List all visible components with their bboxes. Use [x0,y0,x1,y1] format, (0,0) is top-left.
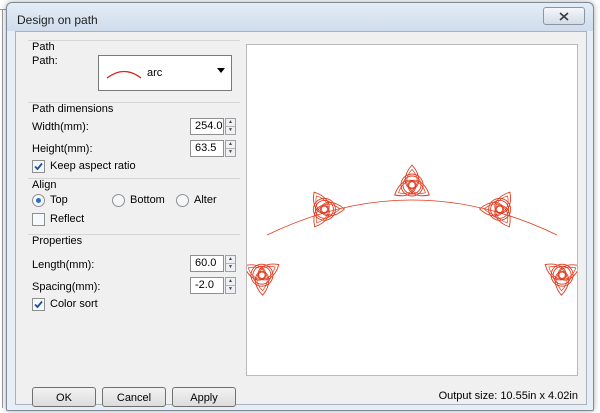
path-select-value: arc [147,67,163,79]
width-down-button[interactable]: ▼ [226,126,235,133]
design-preview [243,44,581,376]
spacing-down-button[interactable]: ▼ [226,285,235,292]
path-select[interactable]: arc [98,55,232,91]
reflect-checkbox[interactable] [32,213,45,226]
close-icon [559,11,569,21]
length-stepper[interactable]: 60.0 ▲ ▼ [190,255,236,272]
height-stepper[interactable]: 63.5 ▲ ▼ [190,140,236,157]
path-group-title: Path [32,41,55,53]
height-field[interactable]: 63.5 [190,140,224,157]
arc-path-line [266,199,558,236]
checkmark-icon [34,162,43,171]
align-alter-label: Alter [194,194,217,206]
length-down-button[interactable]: ▼ [226,263,235,270]
dialog-body: Path Path: arc Path dimensions Width(mm)… [15,31,587,407]
background-window-edge [2,10,3,408]
align-top-label: Top [50,194,68,206]
length-label: Length(mm): [32,259,95,271]
length-field[interactable]: 60.0 [190,255,224,272]
arc-path-icon [106,70,142,79]
dialog-title: Design on path [17,13,98,27]
align-group: Align Top Bottom Alter Reflect [28,178,240,230]
triquetra-motif [394,164,430,197]
properties-title: Properties [32,235,83,247]
spacing-stepper[interactable]: -2.0 ▲ ▼ [190,277,236,294]
align-alter-radio[interactable] [176,194,189,207]
cancel-button[interactable]: Cancel [102,387,166,407]
title-bar: Design on path [7,3,593,31]
height-label: Height(mm): [32,143,93,155]
path-group: Path Path: arc [28,40,240,100]
align-bottom-label: Bottom [130,194,165,206]
properties-group: Properties Length(mm): 60.0 ▲ ▼ Spacing(m… [28,234,240,311]
design-on-path-dialog: Design on path Path Path: arc Path dimen… [6,2,594,411]
keep-aspect-checkbox[interactable] [32,160,45,173]
checkmark-icon [34,300,43,309]
output-size-text: Output size: 10.55in x 4.02in [438,390,578,402]
preview-canvas [243,164,581,296]
width-label: Width(mm): [32,121,89,133]
width-stepper[interactable]: 254.0 ▲ ▼ [190,118,236,135]
chevron-down-icon [217,68,225,73]
ok-button[interactable]: OK [32,387,96,407]
width-field[interactable]: 254.0 [190,118,224,135]
align-bottom-radio[interactable] [112,194,125,207]
color-sort-label: Color sort [50,298,98,310]
apply-button[interactable]: Apply [172,387,236,407]
width-up-button[interactable]: ▲ [226,119,235,126]
color-sort-checkbox[interactable] [32,298,45,311]
triquetra-motif [478,191,512,228]
keep-aspect-label: Keep aspect ratio [50,160,136,172]
align-title: Align [32,179,57,191]
path-dimensions-group: Path dimensions Width(mm): 254.0 ▲ ▼ Heig… [28,102,240,174]
height-down-button[interactable]: ▼ [226,148,235,155]
length-up-button[interactable]: ▲ [226,256,235,263]
triquetra-motif [312,191,346,228]
triquetra-motif [243,263,280,296]
spacing-up-button[interactable]: ▲ [226,278,235,285]
spacing-field[interactable]: -2.0 [190,277,224,294]
triquetra-motif [544,263,581,296]
height-up-button[interactable]: ▲ [226,141,235,148]
close-button[interactable] [543,7,585,25]
spacing-label: Spacing(mm): [32,281,101,293]
align-top-radio[interactable] [32,194,45,207]
reflect-label: Reflect [50,213,85,225]
path-label: Path: [32,55,58,67]
path-dimensions-title: Path dimensions [32,103,114,115]
